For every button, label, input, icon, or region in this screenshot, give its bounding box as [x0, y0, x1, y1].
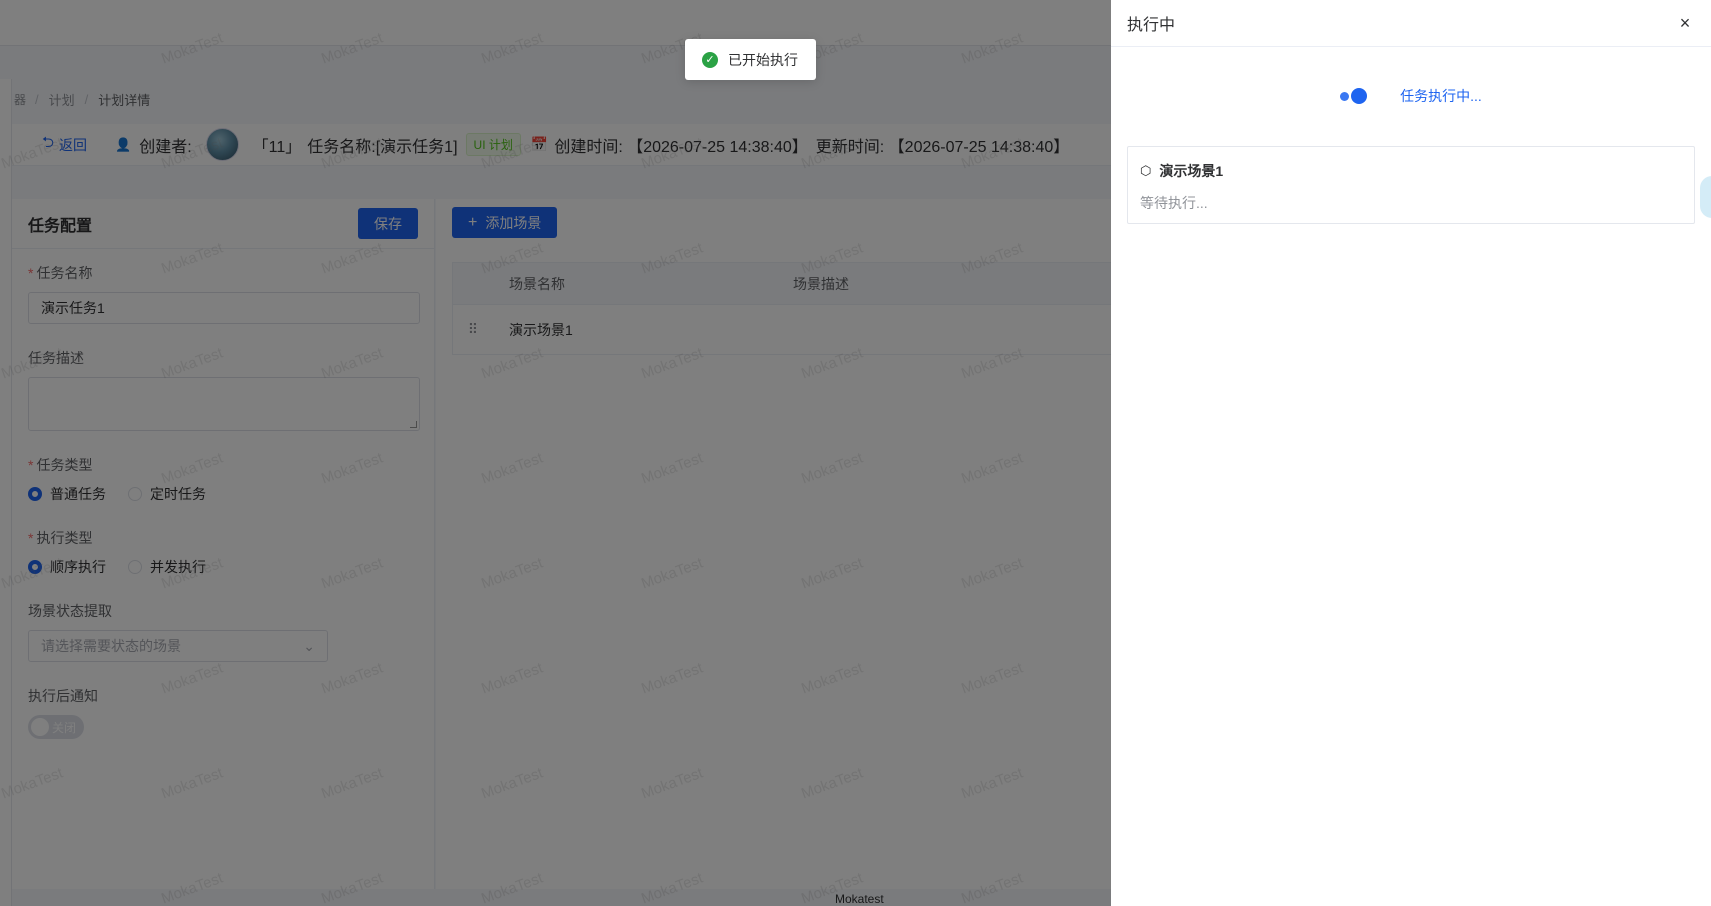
success-toast: ✓ 已开始执行 [685, 39, 816, 80]
scene-execution-card: ⬡ 演示场景1 等待执行... [1127, 146, 1695, 224]
running-indicator: 任务执行中... [1111, 82, 1711, 110]
toast-message: 已开始执行 [728, 51, 798, 68]
cube-icon: ⬡ [1140, 163, 1152, 178]
execution-drawer: 执行中 × 任务执行中... ⬡ 演示场景1 等待执行... [1111, 0, 1711, 906]
scene-card-title: ⬡ 演示场景1 [1140, 161, 1682, 181]
loading-dots-icon [1340, 88, 1370, 104]
check-circle-icon: ✓ [702, 51, 718, 68]
close-icon[interactable]: × [1675, 13, 1695, 34]
scene-card-name: 演示场景1 [1159, 163, 1224, 179]
drawer-header: 执行中 × [1111, 0, 1711, 47]
floating-edge-button[interactable] [1700, 176, 1711, 218]
running-status-text: 任务执行中... [1400, 88, 1482, 104]
drawer-title: 执行中 [1127, 17, 1176, 34]
scene-card-status: 等待执行... [1140, 195, 1208, 211]
